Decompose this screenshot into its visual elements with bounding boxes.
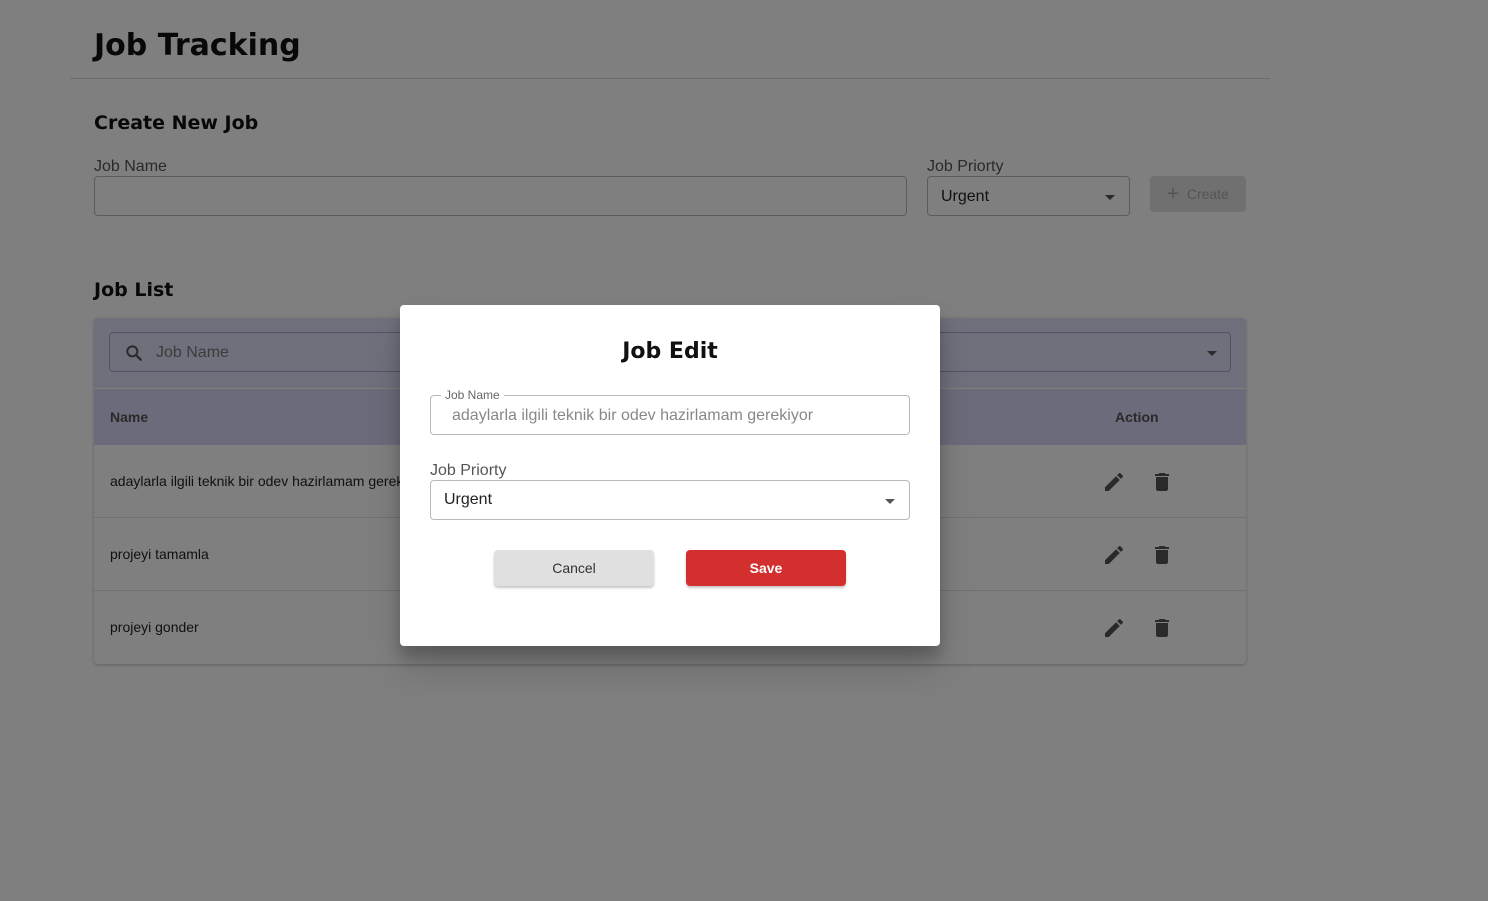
- edit-job-name-input[interactable]: Job Name adaylarla ilgili teknik bir ode…: [430, 388, 910, 435]
- edit-job-name-label: Job Name: [441, 388, 504, 402]
- edit-priority-label: Job Priorty: [430, 462, 507, 479]
- cancel-button[interactable]: Cancel: [494, 550, 654, 586]
- edit-priority-select[interactable]: Urgent: [430, 480, 910, 520]
- job-edit-dialog: Job Edit Job Name adaylarla ilgili tekni…: [400, 305, 940, 646]
- save-button[interactable]: Save: [686, 550, 846, 586]
- dialog-title: Job Edit: [622, 339, 718, 364]
- chevron-down-icon: [885, 499, 895, 504]
- edit-priority-value: Urgent: [444, 491, 493, 508]
- edit-job-name-value: adaylarla ilgili teknik bir odev hazirla…: [452, 407, 814, 424]
